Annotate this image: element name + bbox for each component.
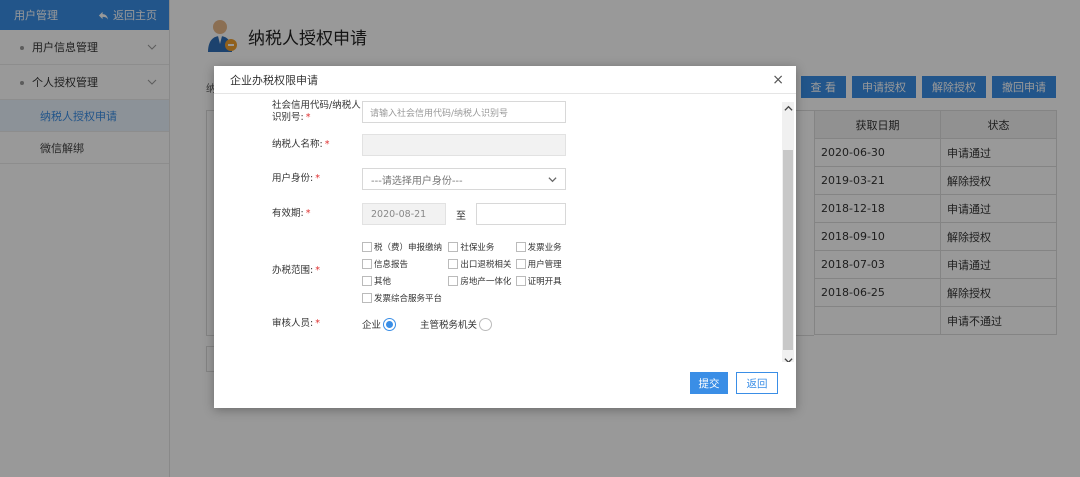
radio-unchecked-icon: [479, 317, 493, 331]
scope-checkbox-real-estate[interactable]: 房地产一体化: [448, 275, 515, 287]
checkbox-label: 信息报告: [374, 259, 409, 270]
checkbox-icon: [362, 275, 372, 286]
reviewer-radio-group: 企业 主管税务机关: [362, 317, 516, 331]
checkbox-icon: [515, 275, 526, 286]
dialog-body: 社会信用代码/纳税人识别号: * 请输入社会信用代码/纳税人识别号 纳税人名称: *…: [214, 94, 796, 362]
checkbox-icon: [515, 241, 526, 252]
checkbox-icon: [362, 241, 372, 252]
scope-checkbox-social-security[interactable]: 社保业务: [448, 241, 515, 253]
dialog-header: 企业办税权限申请 ×: [214, 66, 796, 94]
checkbox-icon: [362, 292, 372, 303]
identity-label-text: 用户身份:: [272, 173, 314, 184]
credit-code-input[interactable]: 请输入社会信用代码/纳税人识别号: [362, 101, 566, 123]
reviewer-radio-tax-authority[interactable]: 主管税务机关: [420, 317, 493, 331]
auth-application-dialog: 企业办税权限申请 × 社会信用代码/纳税人识别号: * 请输入社会信用代码/纳税人…: [214, 66, 796, 408]
required-mark: *: [315, 265, 320, 276]
scroll-up-icon[interactable]: [782, 102, 794, 114]
scope-label-text: 办税范围:: [272, 265, 314, 276]
scope-checkbox-export-rebate[interactable]: 出口退税相关: [448, 258, 515, 270]
required-mark: *: [315, 318, 320, 329]
radio-label: 主管税务机关: [420, 320, 478, 331]
form-row-identity: 用户身份: * ---请选择用户身份---: [214, 168, 566, 190]
submit-button[interactable]: 提交: [690, 372, 728, 394]
validity-end-date[interactable]: [476, 203, 566, 225]
identity-select-value: ---请选择用户身份---: [371, 175, 463, 187]
back-button[interactable]: 返回: [736, 372, 778, 394]
form-row-scope: 办税范围: *: [214, 265, 362, 277]
taxpayer-name-label: 纳税人名称: *: [214, 139, 362, 151]
radio-label: 企业: [362, 320, 382, 331]
scope-checkbox-group: 税（费）申报缴纳 社保业务 发票业务 信息报告 出口退税相关 用户管理 其他 房…: [362, 238, 602, 306]
validity-start-date[interactable]: 2020-08-21: [362, 203, 446, 225]
reviewer-radio-enterprise[interactable]: 企业: [362, 317, 397, 331]
dialog-footer: 提交 返回: [690, 372, 778, 394]
scroll-down-icon[interactable]: [782, 354, 794, 362]
required-mark: *: [305, 112, 311, 123]
scope-checkbox-invoice[interactable]: 发票业务: [515, 241, 602, 253]
required-mark: *: [324, 139, 330, 150]
required-mark: *: [315, 173, 320, 184]
close-icon[interactable]: ×: [772, 73, 784, 87]
checkbox-icon: [362, 258, 372, 269]
checkbox-icon: [448, 241, 459, 252]
scope-checkbox-invoice-platform[interactable]: 发票综合服务平台: [362, 292, 502, 304]
scope-checkbox-user-management[interactable]: 用户管理: [515, 258, 602, 270]
checkbox-icon: [448, 275, 459, 286]
checkbox-label: 发票业务: [527, 242, 562, 253]
form-row-credit-code: 社会信用代码/纳税人识别号: * 请输入社会信用代码/纳税人识别号: [214, 100, 566, 124]
checkbox-label: 税（费）申报缴纳: [374, 242, 443, 253]
reviewer-label: 审核人员: *: [214, 318, 362, 330]
validity-to-label: 至: [456, 210, 466, 222]
checkbox-label: 社保业务: [460, 242, 495, 253]
checkbox-icon: [515, 258, 526, 269]
scope-checkbox-info-report[interactable]: 信息报告: [362, 258, 448, 270]
chevron-down-icon: [548, 176, 557, 182]
identity-select[interactable]: ---请选择用户身份---: [362, 168, 566, 190]
scope-checkbox-tax-filing[interactable]: 税（费）申报缴纳: [362, 241, 448, 253]
credit-code-label-text: 社会信用代码/纳税人识别号:: [272, 100, 361, 123]
dialog-title: 企业办税权限申请: [230, 73, 318, 87]
dialog-scrollbar[interactable]: [782, 102, 794, 362]
checkbox-icon: [448, 258, 459, 269]
checkbox-label: 房地产一体化: [460, 276, 512, 287]
checkbox-label: 证明开具: [527, 276, 562, 287]
scroll-thumb[interactable]: [783, 150, 793, 350]
validity-label: 有效期: *: [214, 208, 362, 220]
form-row-reviewer: 审核人员: * 企业 主管税务机关: [214, 317, 516, 331]
scope-checkbox-certificate[interactable]: 证明开具: [515, 275, 602, 287]
taxpayer-name-label-text: 纳税人名称:: [272, 139, 323, 150]
reviewer-label-text: 审核人员:: [272, 318, 314, 329]
radio-checked-icon: [383, 317, 397, 331]
credit-code-label: 社会信用代码/纳税人识别号: *: [214, 100, 362, 124]
checkbox-label: 出口退税相关: [460, 259, 512, 270]
scope-label: 办税范围: *: [214, 265, 362, 277]
checkbox-label: 用户管理: [527, 259, 562, 270]
taxpayer-name-input[interactable]: [362, 134, 566, 156]
required-mark: *: [305, 208, 311, 219]
checkbox-label: 其他: [374, 276, 392, 287]
validity-label-text: 有效期:: [272, 208, 304, 219]
scope-checkbox-other[interactable]: 其他: [362, 275, 448, 287]
checkbox-label: 发票综合服务平台: [374, 293, 443, 304]
form-row-validity: 有效期: * 2020-08-21 至: [214, 203, 566, 225]
identity-label: 用户身份: *: [214, 173, 362, 185]
form-row-taxpayer-name: 纳税人名称: *: [214, 134, 566, 156]
